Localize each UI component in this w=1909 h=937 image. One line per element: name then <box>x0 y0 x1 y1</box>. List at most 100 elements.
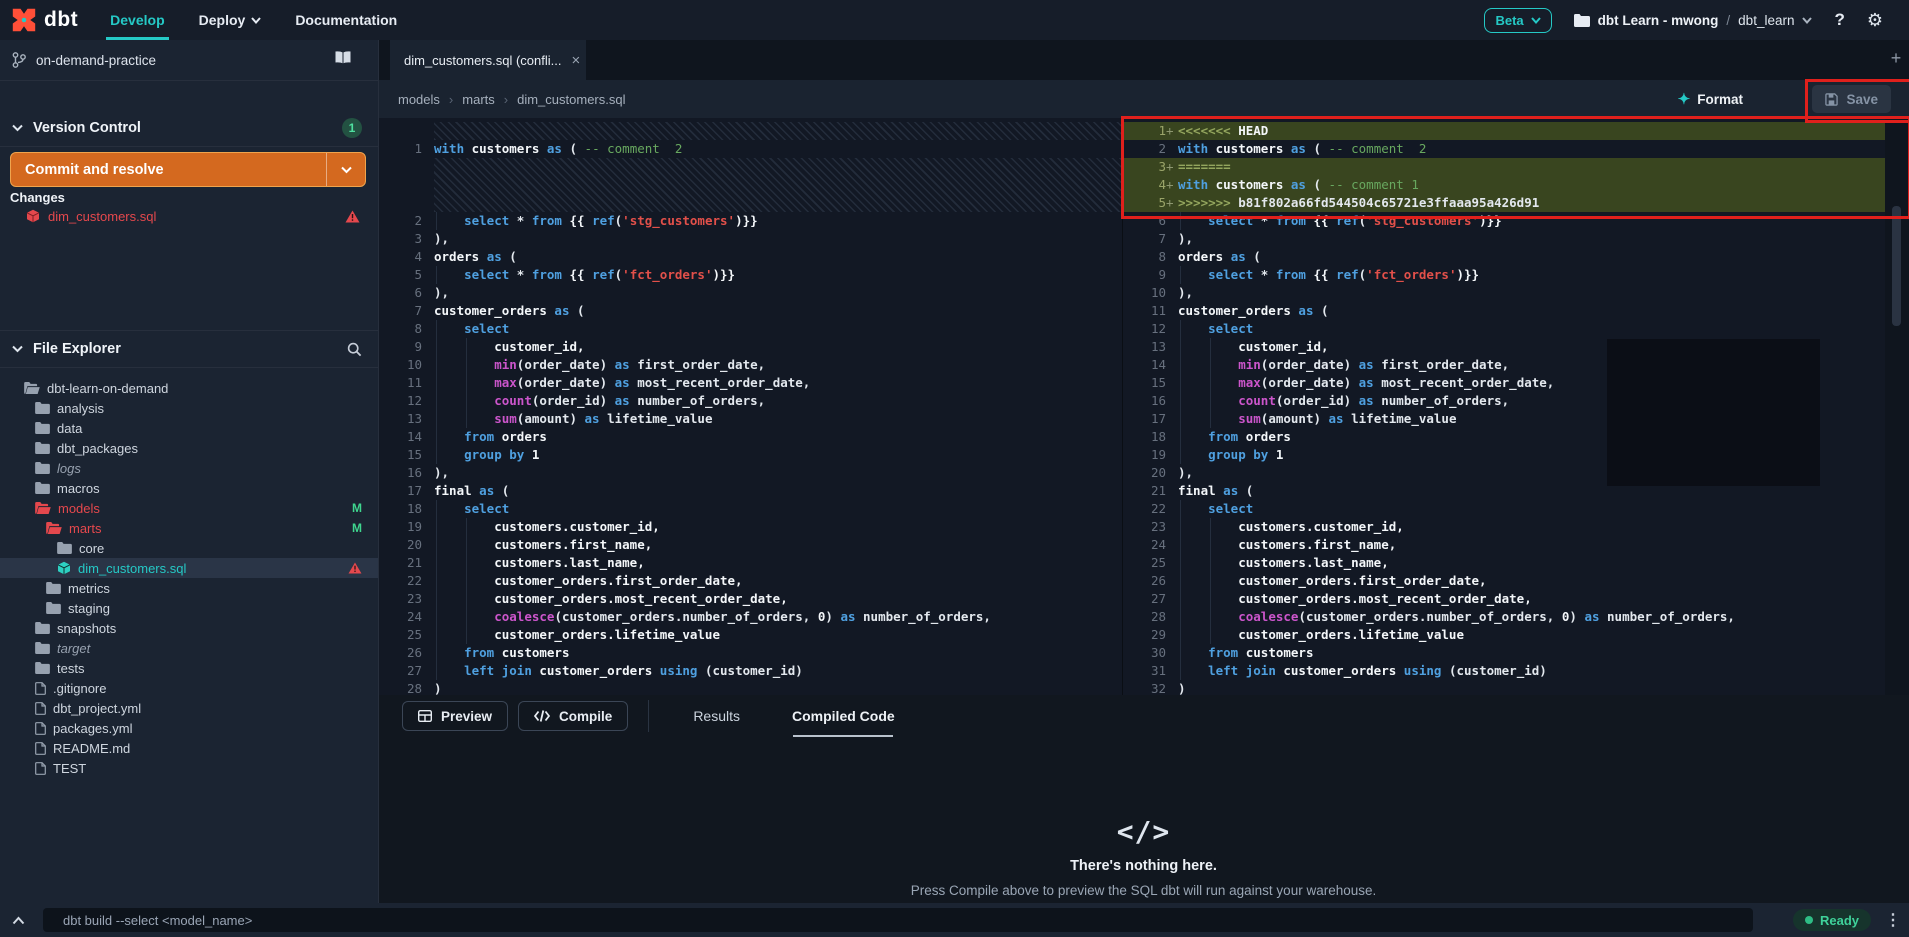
code-line[interactable]: 20 customers.first_name, <box>378 536 1122 554</box>
tree-item-target[interactable]: target <box>0 638 378 658</box>
code-line[interactable]: 10 min(order_date) as first_order_date, <box>378 356 1122 374</box>
code-line[interactable]: 1with customers as ( -- comment 2 <box>378 140 1122 158</box>
save-button[interactable]: Save <box>1812 85 1891 113</box>
code-line[interactable]: 23 customers.customer_id, <box>1122 518 1885 536</box>
compile-button[interactable]: Compile <box>518 701 628 731</box>
tree-item-dbt-learn-on-demand[interactable]: dbt-learn-on-demand <box>0 378 378 398</box>
tree-item-packages-yml[interactable]: packages.yml <box>0 718 378 738</box>
chevron-up-icon[interactable] <box>12 916 25 925</box>
code-line[interactable]: 18 select <box>378 500 1122 518</box>
code-line[interactable]: 17final as ( <box>378 482 1122 500</box>
code-line[interactable]: 5 select * from {{ ref('fct_orders')}} <box>378 266 1122 284</box>
tree-item-test[interactable]: TEST <box>0 758 378 778</box>
changed-file-row[interactable]: dim_customers.sql <box>0 206 378 226</box>
tree-item-logs[interactable]: logs <box>0 458 378 478</box>
nav-tab-deploy[interactable]: Deploy <box>199 0 262 40</box>
code-line[interactable]: 32) <box>1122 680 1885 695</box>
code-line[interactable]: 23 customer_orders.most_recent_order_dat… <box>378 590 1122 608</box>
scrollbar-thumb[interactable] <box>1892 206 1901 326</box>
tab-results[interactable]: Results <box>693 695 740 737</box>
code-line[interactable]: 19 customers.customer_id, <box>378 518 1122 536</box>
tree-item-analysis[interactable]: analysis <box>0 398 378 418</box>
code-line[interactable]: 4+with customers as ( -- comment 1 <box>1122 176 1885 194</box>
breadcrumb-models[interactable]: models <box>398 92 440 107</box>
help-icon[interactable]: ? <box>1834 10 1844 30</box>
code-line[interactable]: 28 coalesce(customer_orders.number_of_or… <box>1122 608 1885 626</box>
code-line[interactable]: 11customer_orders as ( <box>1122 302 1885 320</box>
tree-item-marts[interactable]: martsM <box>0 518 378 538</box>
commit-and-resolve-button[interactable]: Commit and resolve <box>10 152 366 187</box>
code-line[interactable]: 22 customer_orders.first_order_date, <box>378 572 1122 590</box>
code-line[interactable]: 25 customer_orders.lifetime_value <box>378 626 1122 644</box>
file-explorer-header[interactable]: File Explorer <box>0 330 378 368</box>
code-line[interactable]: 7), <box>1122 230 1885 248</box>
code-line[interactable]: 12 select <box>1122 320 1885 338</box>
tree-item-dbt-project-yml[interactable]: dbt_project.yml <box>0 698 378 718</box>
tree-item-models[interactable]: modelsM <box>0 498 378 518</box>
dbt-logo[interactable]: dbt <box>10 6 78 34</box>
code-line[interactable]: 25 customers.last_name, <box>1122 554 1885 572</box>
code-line[interactable]: 14 from orders <box>378 428 1122 446</box>
docs-book-icon[interactable] <box>322 50 362 68</box>
tree-item-macros[interactable]: macros <box>0 478 378 498</box>
tab-compiled-code[interactable]: Compiled Code <box>792 695 895 737</box>
format-button[interactable]: ✦ Format <box>1678 87 1743 111</box>
nav-tab-documentation[interactable]: Documentation <box>295 0 397 40</box>
version-control-header[interactable]: Version Control 1 <box>0 110 378 147</box>
tree-item-readme-md[interactable]: README.md <box>0 738 378 758</box>
code-line[interactable]: 26 from customers <box>378 644 1122 662</box>
gear-icon[interactable]: ⚙ <box>1867 11 1883 29</box>
code-line[interactable]: 5+>>>>>>> b81f802a66fd544504c65721e3ffaa… <box>1122 194 1885 212</box>
code-line[interactable]: 15 group by 1 <box>378 446 1122 464</box>
tree-item--gitignore[interactable]: .gitignore <box>0 678 378 698</box>
code-line[interactable]: 2 select * from {{ ref('stg_customers')}… <box>378 212 1122 230</box>
code-line[interactable]: 28) <box>378 680 1122 695</box>
preview-button[interactable]: Preview <box>402 701 508 731</box>
code-line[interactable]: 16), <box>378 464 1122 482</box>
kebab-menu-icon[interactable]: ⋮ <box>1885 910 1901 930</box>
code-line[interactable]: 6 select * from {{ ref('stg_customers')}… <box>1122 212 1885 230</box>
code-line[interactable]: 6), <box>378 284 1122 302</box>
branch-selector[interactable]: on-demand-practice <box>0 40 378 81</box>
code-line[interactable]: 3), <box>378 230 1122 248</box>
code-line[interactable]: 30 from customers <box>1122 644 1885 662</box>
tree-item-core[interactable]: core <box>0 538 378 558</box>
code-line[interactable]: 8orders as ( <box>1122 248 1885 266</box>
account-project-switcher[interactable]: dbt Learn - mwong / dbt_learn <box>1574 13 1813 28</box>
code-line[interactable]: 9 select * from {{ ref('fct_orders')}} <box>1122 266 1885 284</box>
breadcrumb-file[interactable]: dim_customers.sql <box>517 92 625 107</box>
code-line[interactable]: 21 customers.last_name, <box>378 554 1122 572</box>
code-line[interactable]: 22 select <box>1122 500 1885 518</box>
commit-options-caret[interactable] <box>326 153 365 186</box>
tree-item-snapshots[interactable]: snapshots <box>0 618 378 638</box>
code-line[interactable]: 9 customer_id, <box>378 338 1122 356</box>
code-line[interactable]: 26 customer_orders.first_order_date, <box>1122 572 1885 590</box>
code-line[interactable]: 27 left join customer_orders using (cust… <box>378 662 1122 680</box>
tree-item-dbt-packages[interactable]: dbt_packages <box>0 438 378 458</box>
code-line[interactable]: 8 select <box>378 320 1122 338</box>
code-line[interactable]: 27 customer_orders.most_recent_order_dat… <box>1122 590 1885 608</box>
code-line[interactable]: 12 count(order_id) as number_of_orders, <box>378 392 1122 410</box>
code-line[interactable]: 24 coalesce(customer_orders.number_of_or… <box>378 608 1122 626</box>
status-badge[interactable]: Ready <box>1793 909 1871 931</box>
search-icon[interactable] <box>347 342 362 357</box>
diff-pane-original[interactable]: 1with customers as ( -- comment 2 2 selec… <box>378 118 1122 695</box>
code-line[interactable]: 13 sum(amount) as lifetime_value <box>378 410 1122 428</box>
editor-scrollbar[interactable] <box>1885 118 1909 695</box>
tree-item-data[interactable]: data <box>0 418 378 438</box>
tree-item-dim-customers-sql[interactable]: dim_customers.sql <box>0 558 378 578</box>
command-input[interactable]: dbt build --select <model_name> <box>43 908 1753 932</box>
code-line[interactable]: 11 max(order_date) as most_recent_order_… <box>378 374 1122 392</box>
breadcrumb-marts[interactable]: marts <box>462 92 495 107</box>
code-line[interactable]: 10), <box>1122 284 1885 302</box>
code-line[interactable]: 31 left join customer_orders using (cust… <box>1122 662 1885 680</box>
code-line[interactable]: 4orders as ( <box>378 248 1122 266</box>
code-line[interactable]: 1+<<<<<<< HEAD <box>1122 122 1885 140</box>
close-icon[interactable]: × <box>572 52 581 69</box>
code-line[interactable]: 24 customers.first_name, <box>1122 536 1885 554</box>
tree-item-tests[interactable]: tests <box>0 658 378 678</box>
diff-pane-modified[interactable]: 1+<<<<<<< HEAD2with customers as ( -- co… <box>1122 118 1885 695</box>
code-line[interactable]: 2with customers as ( -- comment 2 <box>1122 140 1885 158</box>
nav-tab-develop[interactable]: Develop <box>110 0 164 40</box>
beta-dropdown[interactable]: Beta <box>1484 8 1551 33</box>
